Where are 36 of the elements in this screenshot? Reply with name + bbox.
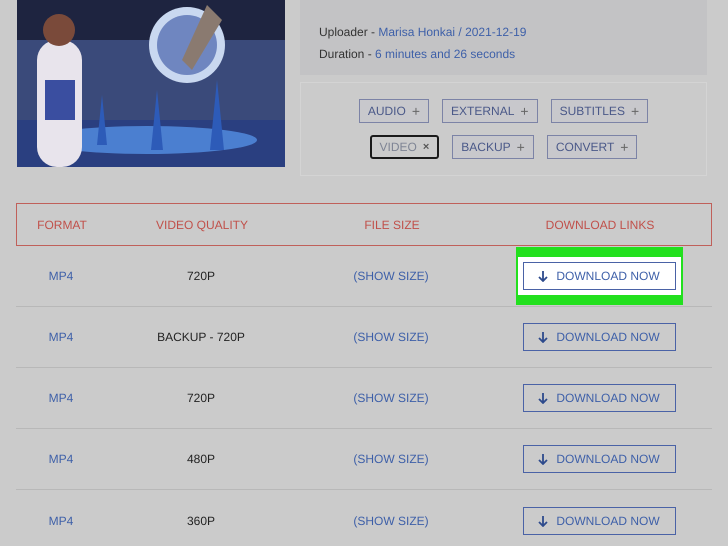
filter-chip[interactable]: CONVERT + bbox=[546, 135, 638, 159]
down-arrow-icon bbox=[538, 514, 548, 526]
column-header: FORMAT bbox=[37, 216, 87, 234]
filter-chip[interactable]: AUDIO + bbox=[358, 99, 430, 123]
down-arrow-icon bbox=[538, 392, 548, 404]
table-cell-text: MP4 bbox=[48, 329, 74, 346]
filter-chip[interactable]: BACKUP + bbox=[452, 135, 534, 159]
download-button[interactable]: DOWNLOAD NOW bbox=[522, 384, 676, 412]
table-cell-text: MP4 bbox=[48, 390, 74, 407]
column-header: DOWNLOAD LINKS bbox=[546, 216, 654, 234]
table-cell-text: 480P bbox=[186, 451, 216, 468]
table-cell-text: MP4 bbox=[48, 512, 74, 530]
filter-chip[interactable]: VIDEO × bbox=[370, 135, 440, 159]
download-button[interactable]: DOWNLOAD NOW bbox=[522, 445, 676, 473]
table-cell-text: 720P bbox=[186, 390, 216, 407]
down-arrow-icon bbox=[538, 453, 548, 465]
show-size-link[interactable]: (SHOW SIZE) bbox=[353, 267, 429, 285]
table-cell-text: 360P bbox=[186, 512, 216, 530]
info-line: Duration - 6 minutes and 26 seconds bbox=[319, 47, 516, 61]
show-size-link[interactable]: (SHOW SIZE) bbox=[353, 450, 429, 468]
filter-chip[interactable]: SUBTITLES + bbox=[550, 99, 648, 123]
show-size-link[interactable]: (SHOW SIZE) bbox=[353, 328, 429, 346]
column-header: VIDEO QUALITY bbox=[156, 216, 248, 234]
table-cell-text: 720P bbox=[186, 268, 216, 285]
down-arrow-icon bbox=[538, 270, 548, 282]
show-size-link[interactable]: (SHOW SIZE) bbox=[353, 389, 429, 407]
filter-chip[interactable]: EXTERNAL + bbox=[442, 99, 538, 123]
table-cell-text: MP4 bbox=[48, 268, 74, 285]
download-button[interactable]: DOWNLOAD NOW bbox=[522, 506, 676, 534]
table-cell-text: BACKUP - 720P bbox=[157, 329, 245, 346]
down-arrow-icon bbox=[538, 331, 548, 343]
download-button[interactable]: DOWNLOAD NOW bbox=[522, 323, 676, 351]
table-cell-text: MP4 bbox=[48, 451, 74, 468]
show-size-link[interactable]: (SHOW SIZE) bbox=[353, 512, 429, 530]
column-header: FILE SIZE bbox=[364, 216, 420, 234]
info-line: Uploader - Marisa Honkai / 2021-12-19 bbox=[319, 25, 528, 39]
